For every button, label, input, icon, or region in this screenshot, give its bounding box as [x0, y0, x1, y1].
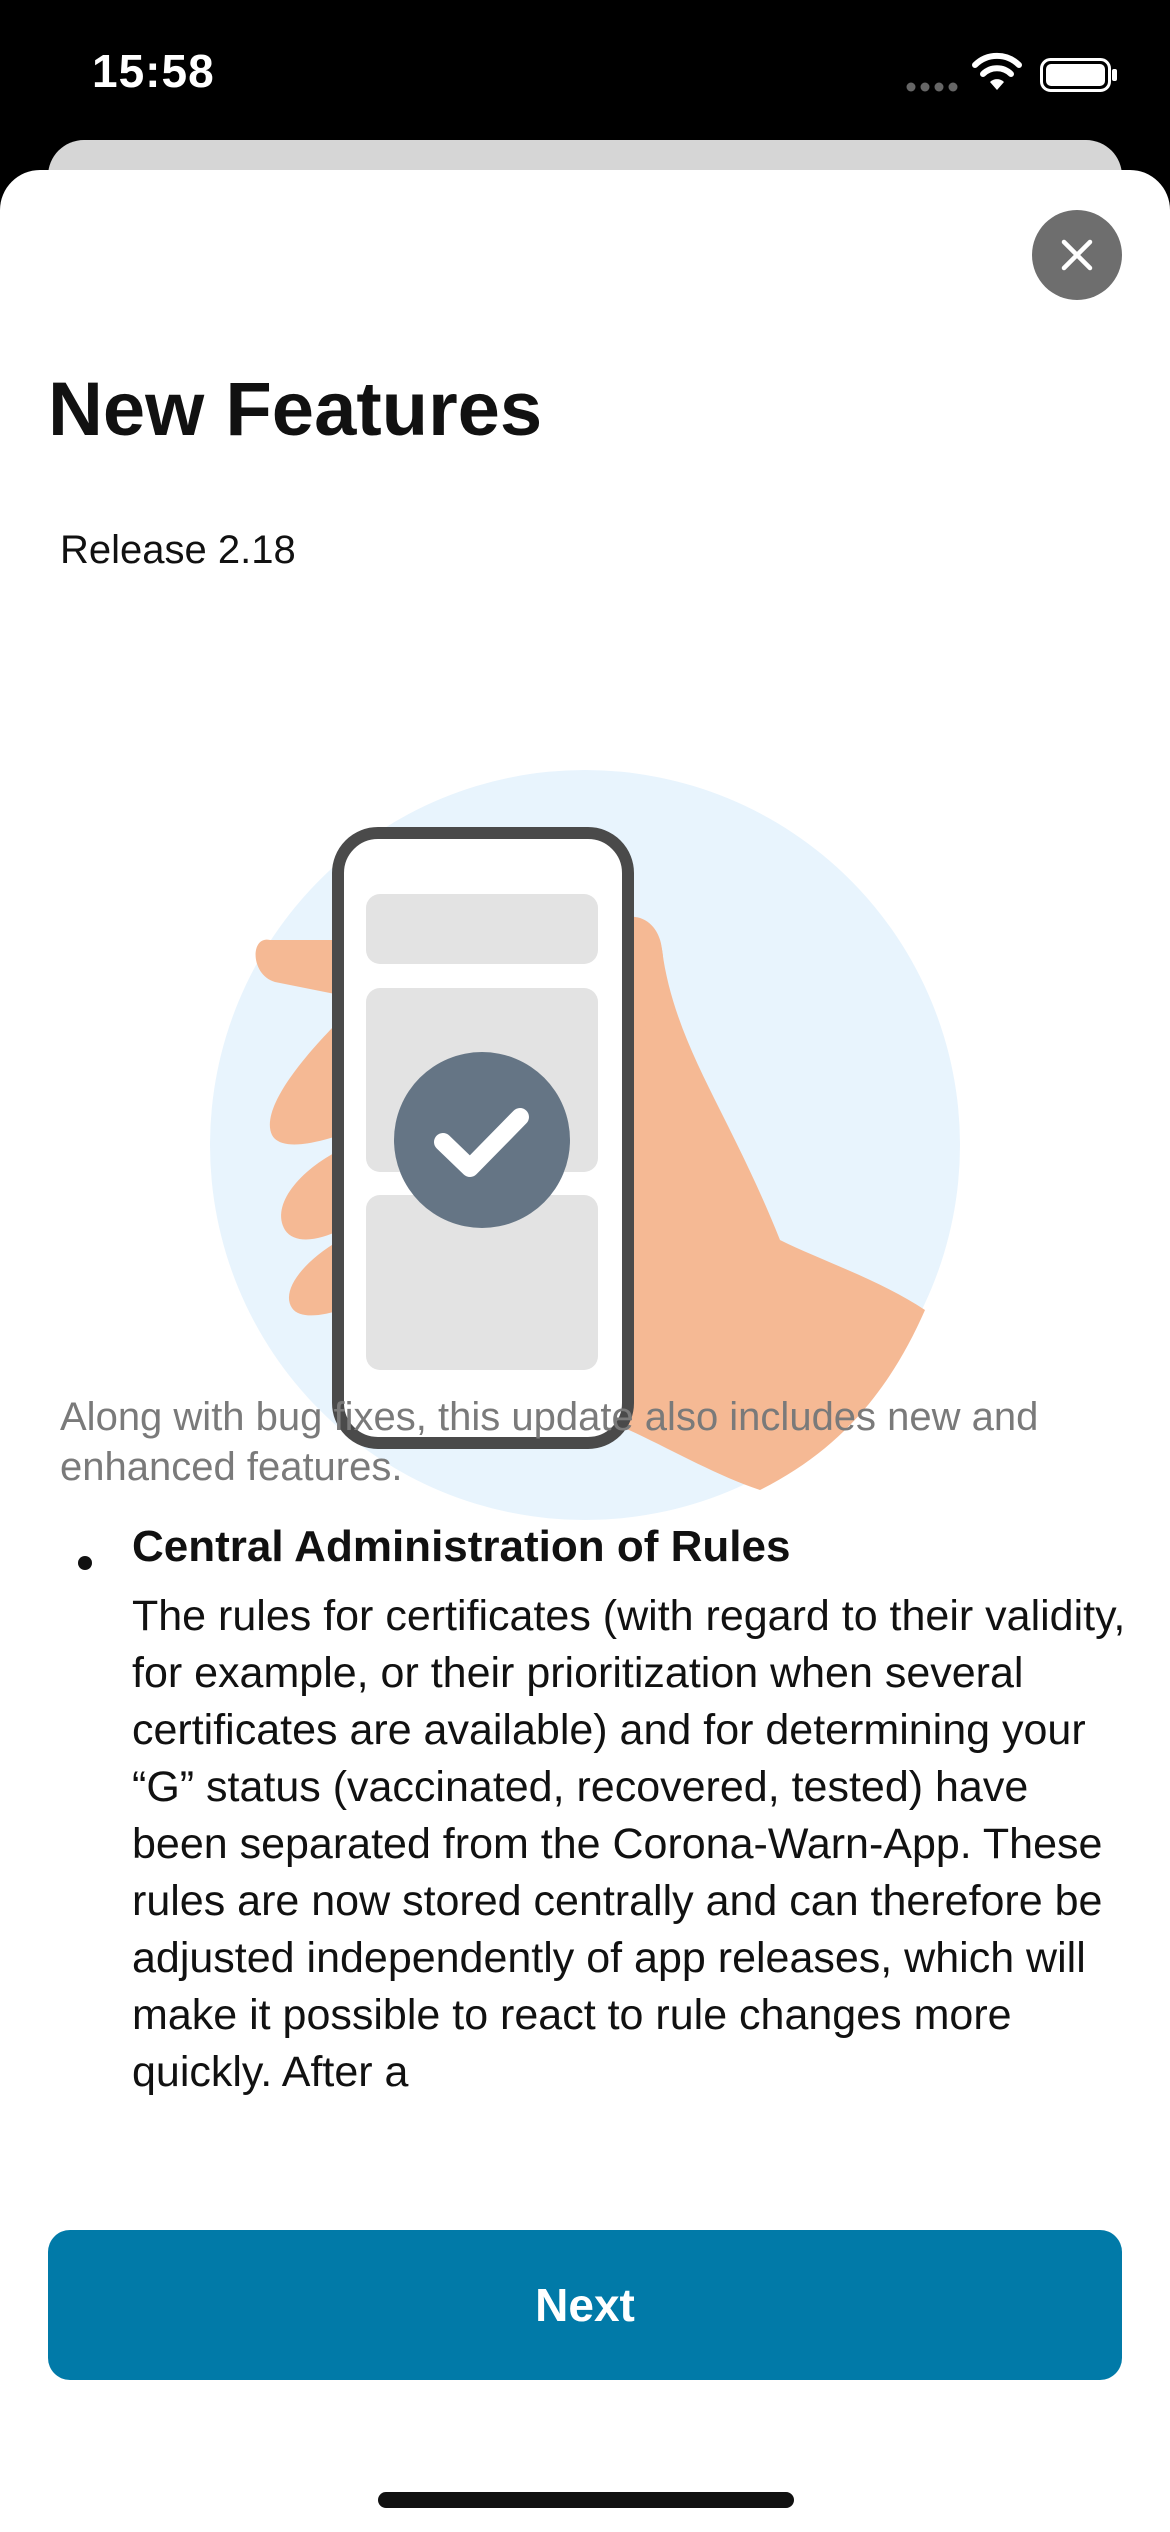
wifi-icon — [972, 52, 1022, 90]
status-bar: 15:58 — [0, 0, 1170, 150]
next-button[interactable]: Next — [48, 2230, 1122, 2380]
page-title: New Features — [48, 367, 543, 452]
signal-dots-icon — [906, 82, 958, 92]
release-label: Release 2.18 — [60, 528, 296, 572]
home-indicator[interactable] — [378, 2492, 794, 2508]
close-button[interactable] — [1032, 210, 1122, 300]
feature-heading: Central Administration of Rules — [132, 1522, 791, 1571]
screen: 15:58 New Features Release 2.18 Along wi… — [0, 0, 1170, 2532]
new-features-sheet: New Features Release 2.18 Along with bug… — [0, 170, 1170, 2532]
battery-icon — [1040, 58, 1117, 92]
bullet-point — [78, 1556, 92, 1570]
feature-body-scroll-area[interactable]: The rules for certificates (with regard … — [132, 1588, 1132, 2176]
intro-text: Along with bug fixes, this update also i… — [60, 1395, 1039, 1489]
status-time: 15:58 — [92, 45, 215, 97]
feature-body: The rules for certificates (with regard … — [132, 1592, 1126, 2096]
close-icon — [1061, 239, 1093, 271]
